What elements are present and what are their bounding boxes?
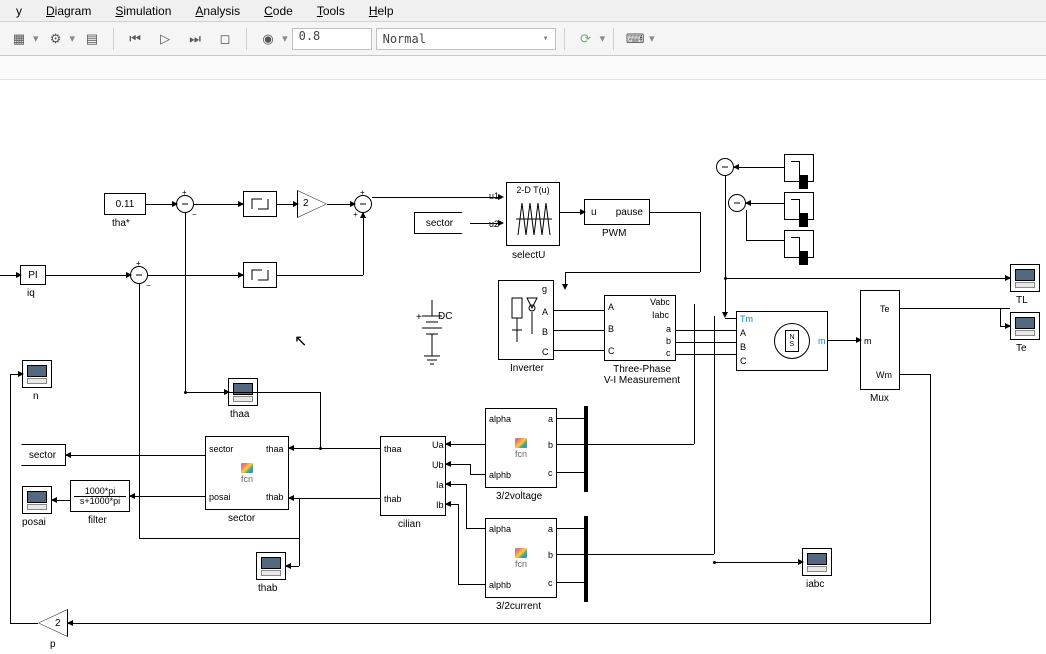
menu-code[interactable]: Code xyxy=(252,2,305,20)
motor-icon: NS xyxy=(774,323,810,359)
separator xyxy=(113,28,114,50)
dropdown-icon[interactable]: ▾ xyxy=(600,32,606,45)
record-icon[interactable]: ◉ xyxy=(255,26,281,52)
separator xyxy=(564,28,565,50)
block-step-2[interactable] xyxy=(784,192,814,220)
scope-posai[interactable] xyxy=(22,486,52,514)
cursor-icon: ↖ xyxy=(294,331,307,351)
menu-diagram[interactable]: Diagram xyxy=(34,2,103,20)
dropdown-icon[interactable]: ▾ xyxy=(70,32,76,45)
label-inverter: Inverter xyxy=(510,363,544,374)
run-icon[interactable]: ▷ xyxy=(152,26,178,52)
scope-thab[interactable] xyxy=(256,552,286,580)
separator xyxy=(613,28,614,50)
mode-select[interactable]: Normal▾ xyxy=(376,28,556,50)
label-selectU: selectU xyxy=(512,250,545,261)
matlab-icon xyxy=(515,438,527,448)
block-goto-sector[interactable]: sector xyxy=(14,444,66,466)
block-pwm[interactable]: u pause xyxy=(584,199,650,225)
toolbar: ▦▾ ⚙▾ ▤ ⏮ ▷ ⏭ ◻ ◉▾ 0.8 Normal▾ ⟳▾ ⌨▾ xyxy=(0,22,1046,56)
separator xyxy=(246,28,247,50)
demux-voltage[interactable] xyxy=(584,406,588,492)
demux-current[interactable] xyxy=(584,516,588,602)
matlab-icon xyxy=(241,463,253,473)
label-sector: sector xyxy=(228,513,255,524)
block-sum-tm2[interactable] xyxy=(728,194,746,212)
canvas[interactable]: 0.11 tha* + − 2 + + PI iq + − sector 2-D… xyxy=(0,80,1046,654)
stop-icon[interactable]: ◻ xyxy=(212,26,238,52)
dropdown-icon[interactable]: ▾ xyxy=(649,32,655,45)
menu-y[interactable]: y xyxy=(4,2,34,20)
menubar: y Diagram Simulation Analysis Code Tools… xyxy=(0,0,1046,22)
step-back-icon[interactable]: ⏮ xyxy=(122,26,148,52)
library-browser-icon[interactable]: ▦ xyxy=(6,26,32,52)
keyboard-icon[interactable]: ⌨ xyxy=(622,26,648,52)
scope-TL[interactable] xyxy=(1010,264,1040,292)
block-hysteresis-1[interactable] xyxy=(243,191,277,217)
menu-analysis[interactable]: Analysis xyxy=(183,2,252,20)
label-cilian: cilian xyxy=(398,519,421,530)
menu-simulation[interactable]: Simulation xyxy=(103,2,183,20)
block-step-1[interactable] xyxy=(784,154,814,182)
menu-tools[interactable]: Tools xyxy=(305,2,357,20)
block-pi[interactable]: PI xyxy=(20,265,46,285)
block-constant-tha[interactable]: 0.11 xyxy=(104,193,146,215)
block-hysteresis-2[interactable] xyxy=(243,262,277,288)
label-mux: Mux xyxy=(870,393,889,404)
subtoolbar xyxy=(0,56,1046,80)
scope-n[interactable] xyxy=(22,360,52,388)
label-32voltage: 3/2voltage xyxy=(496,491,542,502)
label-32current: 3/2current xyxy=(496,601,541,612)
gear-icon[interactable]: ⚙ xyxy=(43,26,69,52)
sim-time-input[interactable]: 0.8 xyxy=(292,28,372,50)
scope-Te[interactable] xyxy=(1010,312,1040,340)
scope-iabc[interactable] xyxy=(802,548,832,576)
matlab-icon xyxy=(515,548,527,558)
dropdown-icon[interactable]: ▾ xyxy=(282,32,288,45)
report-icon[interactable]: ▤ xyxy=(79,26,105,52)
block-gain-p[interactable] xyxy=(38,609,68,637)
menu-help[interactable]: Help xyxy=(357,2,406,20)
block-tf-filter[interactable]: 1000*pi s+1000*pi xyxy=(70,480,130,512)
fast-restart-icon[interactable]: ⟳ xyxy=(573,26,599,52)
block-step-3[interactable] xyxy=(784,230,814,258)
step-forward-icon[interactable]: ⏭ xyxy=(182,26,208,52)
block-selectU[interactable]: 2-D T(u) xyxy=(506,182,560,246)
block-sum-tm1[interactable] xyxy=(716,158,734,176)
svg-text:+: + xyxy=(416,312,422,323)
label-iq: iq xyxy=(27,288,35,299)
dc-source-icon[interactable]: + xyxy=(412,298,458,378)
label-vi: Three-PhaseV-I Measurement xyxy=(602,364,682,386)
dropdown-icon[interactable]: ▾ xyxy=(33,32,39,45)
label-pwm: PWM xyxy=(602,228,626,239)
block-gain-2[interactable] xyxy=(297,190,327,218)
label-tha-star: tha* xyxy=(112,218,130,229)
block-from-sector[interactable]: sector xyxy=(414,212,470,234)
gain-value: 2 xyxy=(303,198,309,209)
